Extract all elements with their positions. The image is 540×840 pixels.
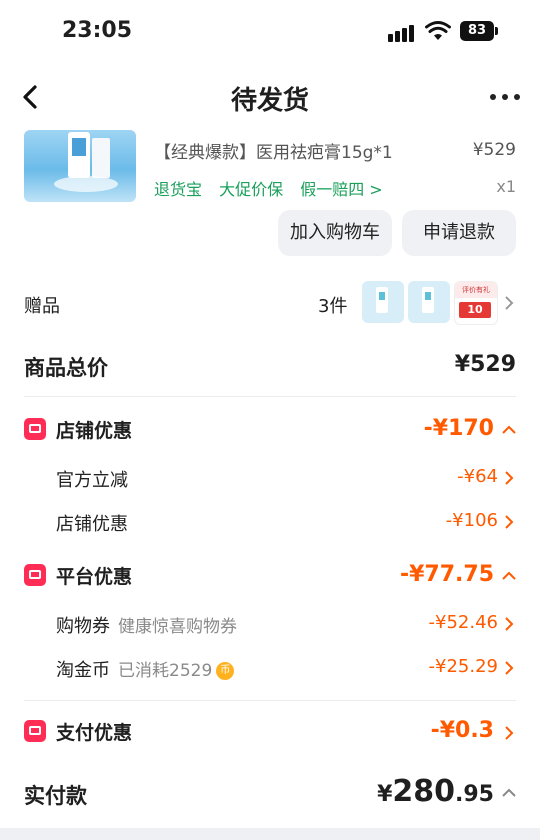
status-time: 23:05 <box>62 18 133 43</box>
gift-count: 3件 <box>318 296 348 317</box>
chevron-right-icon[interactable] <box>502 617 516 631</box>
goods-total-label: 商品总价 <box>24 356 108 380</box>
store-discount-value[interactable]: -¥170 <box>424 416 494 441</box>
chevron-right-icon[interactable] <box>502 661 516 675</box>
status-bar: 23:05 83 <box>0 0 540 64</box>
payment-card-icon <box>24 720 46 742</box>
apply-refund-button[interactable]: 申请退款 <box>402 210 516 256</box>
gift-thumbnail[interactable] <box>362 281 404 323</box>
divider <box>24 396 516 397</box>
shopping-coupon-row: 购物券 健康惊喜购物券 <box>56 612 237 638</box>
shopping-coupon-desc: 健康惊喜购物券 <box>118 617 237 637</box>
add-to-cart-button[interactable]: 加入购物车 <box>278 210 392 256</box>
store-coupon-value[interactable]: -¥106 <box>446 510 498 531</box>
paid-amount-value[interactable]: ¥280.95 <box>377 774 494 809</box>
battery-icon: 83 <box>460 21 498 41</box>
page-title: 待发货 <box>230 86 309 116</box>
taojinbi-row: 淘金币 已消耗2529 币 <box>56 656 235 682</box>
product-price: ¥529 <box>472 140 516 160</box>
service-tags[interactable]: 退货宝 大促价保 假一赔四 > <box>154 176 395 200</box>
platform-discount-value[interactable]: -¥77.75 <box>400 562 494 587</box>
platform-discount-label: 平台优惠 <box>56 566 133 588</box>
bottom-spacer <box>0 828 540 840</box>
product-quantity: x1 <box>496 177 516 196</box>
navigation-bar: 待发货 <box>0 64 540 130</box>
gift-review-reward-thumbnail[interactable]: 评价有礼 10 <box>454 281 498 325</box>
product-thumbnail[interactable] <box>24 130 136 202</box>
chevron-up-icon[interactable] <box>502 786 516 800</box>
divider <box>24 700 516 701</box>
gift-chevron-right-icon[interactable] <box>502 296 516 310</box>
cellular-signal-icon <box>388 22 418 42</box>
official-discount-label: 官方立减 <box>56 470 128 491</box>
chevron-up-icon[interactable] <box>502 569 516 583</box>
tag-fake-compensation: 假一赔四 > <box>300 180 383 199</box>
product-name[interactable]: 【经典爆款】医用祛疤膏15g*1 <box>154 138 393 163</box>
shopping-coupon-value[interactable]: -¥52.46 <box>429 612 498 633</box>
chevron-up-icon[interactable] <box>502 423 516 437</box>
more-options-icon[interactable] <box>488 86 522 108</box>
gift-thumbnail[interactable] <box>408 281 450 323</box>
payment-discount-label: 支付优惠 <box>56 722 133 744</box>
taojinbi-value[interactable]: -¥25.29 <box>429 656 498 677</box>
payment-discount-value[interactable]: -¥0.3 <box>431 718 494 743</box>
taojinbi-desc: 已消耗2529 <box>118 661 213 681</box>
shopping-coupon-label: 购物券 <box>56 616 110 637</box>
platform-icon <box>24 564 46 586</box>
tag-price-protection: 大促价保 <box>219 180 284 199</box>
order-detail-card: 【经典爆款】医用祛疤膏15g*1 ¥529 退货宝 大促价保 假一赔四 > x1… <box>0 130 540 830</box>
goods-total-value: ¥529 <box>454 352 516 377</box>
wifi-icon <box>425 21 451 40</box>
chevron-right-icon[interactable] <box>502 726 516 740</box>
official-discount-value[interactable]: -¥64 <box>457 466 498 487</box>
store-coupon-label: 店铺优惠 <box>56 514 128 535</box>
paid-amount-label: 实付款 <box>24 784 87 808</box>
gift-label: 赠品 <box>24 296 60 317</box>
store-discount-label: 店铺优惠 <box>56 420 133 442</box>
chevron-right-icon[interactable] <box>502 471 516 485</box>
store-icon <box>24 418 46 440</box>
taojinbi-label: 淘金币 <box>56 660 110 681</box>
tag-return-insurance: 退货宝 <box>154 180 203 199</box>
coin-icon: 币 <box>216 662 235 680</box>
chevron-right-icon[interactable] <box>502 515 516 529</box>
